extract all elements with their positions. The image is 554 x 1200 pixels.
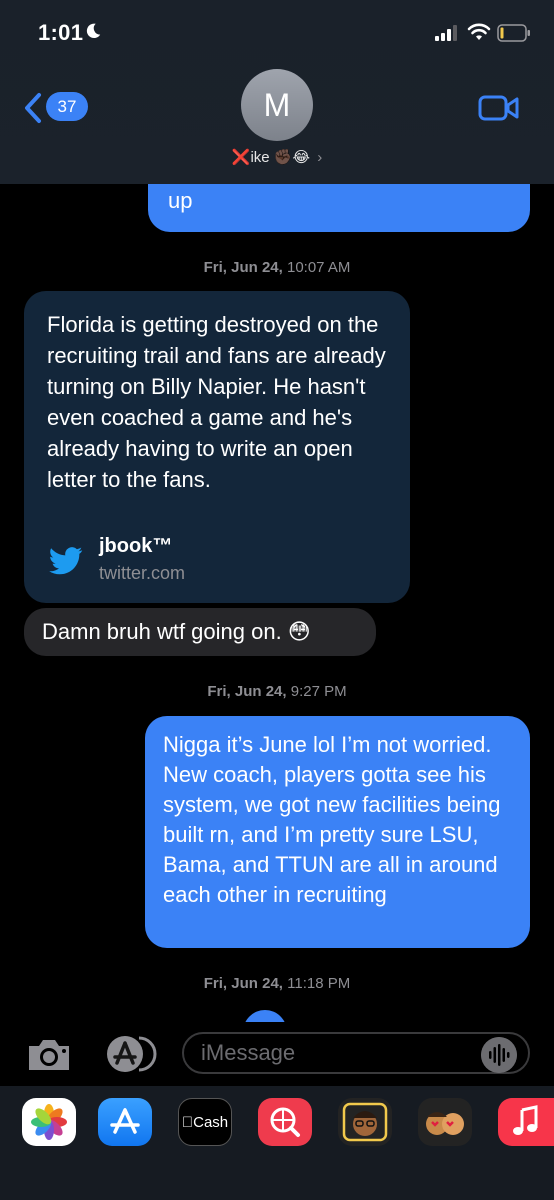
message-input-bar: iMessage	[0, 1022, 554, 1086]
timestamp-time: 9:27 PM	[290, 683, 347, 700]
memoji-stickers-app-icon[interactable]	[418, 1098, 472, 1146]
music-app-icon[interactable]	[498, 1098, 554, 1146]
message-text: Nigga it’s June lol I’m not worried. New…	[163, 732, 501, 907]
audio-waveform-icon[interactable]	[481, 1037, 517, 1073]
wifi-icon	[467, 23, 491, 40]
chevron-left-icon	[25, 93, 41, 123]
input-placeholder: iMessage	[201, 1040, 296, 1065]
apple-cash-icon[interactable]: Cash	[178, 1098, 232, 1146]
timestamp-time: 11:18 PM	[287, 975, 351, 992]
link-preview-domain: twitter.com	[99, 563, 186, 583]
message-timestamp: Fri, Jun 24, 11:18 PM	[0, 975, 554, 992]
conversation-header: 1:01 37 M ❌ike ✊🏿😂 ›	[0, 0, 554, 184]
globe-search-icon	[270, 1107, 300, 1137]
imessage-app-drawer: Cash	[0, 1086, 554, 1200]
contact-name-emoji: ✊🏿😂	[273, 149, 311, 166]
contact-name-button[interactable]: ❌ike ✊🏿😂 ›	[0, 148, 554, 166]
app-store-drawer-icon[interactable]	[103, 1034, 157, 1074]
timestamp-time: 10:07 AM	[286, 259, 351, 276]
apple-logo-icon: 	[182, 1114, 193, 1131]
message-text: up	[168, 188, 193, 213]
battery-icon	[497, 24, 530, 42]
timestamp-day: Fri, Jun 24,	[207, 683, 287, 700]
link-preview-footer: jbook™ twitter.com	[47, 535, 387, 589]
imessage-text-input[interactable]: iMessage	[182, 1032, 530, 1074]
contact-avatar[interactable]: M	[241, 69, 313, 141]
sent-message-bubble[interactable]: Nigga it’s June lol I’m not worried. New…	[145, 716, 530, 948]
chevron-right-icon: ›	[317, 149, 323, 166]
back-button[interactable]: 37	[22, 90, 92, 126]
message-text: Damn bruh wtf going on. 😳	[42, 619, 311, 644]
link-preview-title: jbook™	[99, 535, 173, 557]
photos-app-icon[interactable]	[22, 1098, 76, 1146]
camera-icon[interactable]	[25, 1036, 73, 1074]
link-preview-text: Florida is getting destroyed on the recr…	[47, 312, 386, 492]
memoji-stickers-icon	[426, 1112, 464, 1135]
message-timestamp: Fri, Jun 24, 9:27 PM	[0, 683, 554, 700]
avatar-initial: M	[263, 86, 291, 123]
app-store-a-icon	[110, 1108, 140, 1134]
app-store-icon[interactable]	[98, 1098, 152, 1146]
memoji-app-icon[interactable]	[338, 1098, 392, 1146]
contact-name-prefix: ❌	[231, 149, 251, 166]
image-search-app-icon[interactable]	[258, 1098, 312, 1146]
timestamp-day: Fri, Jun 24,	[203, 975, 283, 992]
unread-count-badge: 37	[46, 92, 88, 121]
twitter-bird-icon	[49, 547, 83, 575]
photos-flower-icon	[31, 1104, 67, 1140]
facetime-video-icon[interactable]	[478, 94, 520, 122]
music-note-icon	[513, 1105, 538, 1135]
link-preview-card[interactable]: Florida is getting destroyed on the recr…	[24, 291, 410, 603]
received-message-bubble[interactable]: Damn bruh wtf going on. 😳	[24, 608, 376, 656]
status-time: 1:01	[38, 20, 84, 45]
do-not-disturb-moon-icon	[86, 23, 101, 39]
cellular-signal-icon	[435, 25, 457, 41]
memoji-face-icon	[342, 1102, 388, 1142]
message-timestamp: Fri, Jun 24, 10:07 AM	[0, 259, 554, 276]
apple-cash-label: Cash	[187, 1113, 228, 1131]
timestamp-day: Fri, Jun 24,	[203, 259, 283, 276]
contact-name: ike	[250, 149, 270, 166]
